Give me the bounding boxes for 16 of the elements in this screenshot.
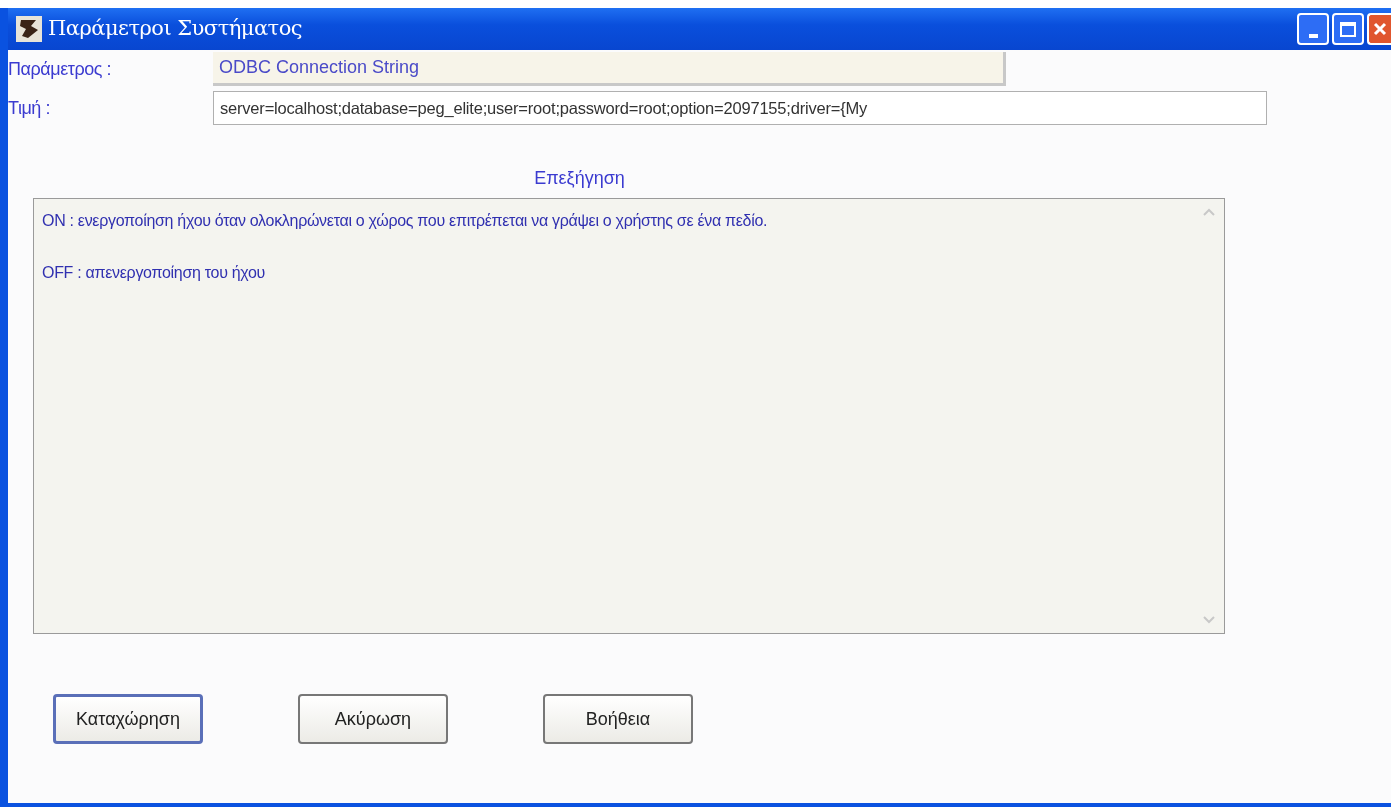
window-title: Παράμετροι Συστήματος: [48, 15, 303, 43]
value-field[interactable]: server=localhost;database=peg_elite;user=root;password=root;option=2097155;driver={My: [213, 91, 1267, 125]
app-logo-icon: [16, 16, 42, 42]
field-label: Παράμετρος :: [8, 57, 113, 81]
explanation-text: ON : ενεργοποίηση ήχου όταν ολοκληρώνεται ο χώρος που επιτρέπεται να γράψει ο χρήστης σε ένα πεδίο.: [42, 211, 769, 231]
field-label: Τιμή :: [8, 96, 51, 120]
minimize-button[interactable]: [1297, 13, 1329, 45]
maximize-button[interactable]: [1332, 13, 1364, 45]
explanation-heading: Επεξήγηση: [534, 167, 625, 190]
dialog-button[interactable]: Καταχώρηση: [53, 694, 203, 744]
explanation-text: OFF : απενεργοποίηση του ήχου: [42, 263, 267, 283]
close-icon: [1373, 22, 1387, 36]
dialog-button[interactable]: Βοήθεια: [543, 694, 693, 744]
parameter-field[interactable]: ODBC Connection String: [213, 52, 1006, 86]
close-button[interactable]: [1367, 13, 1391, 45]
dialog-button[interactable]: Ακύρωση: [298, 694, 448, 744]
